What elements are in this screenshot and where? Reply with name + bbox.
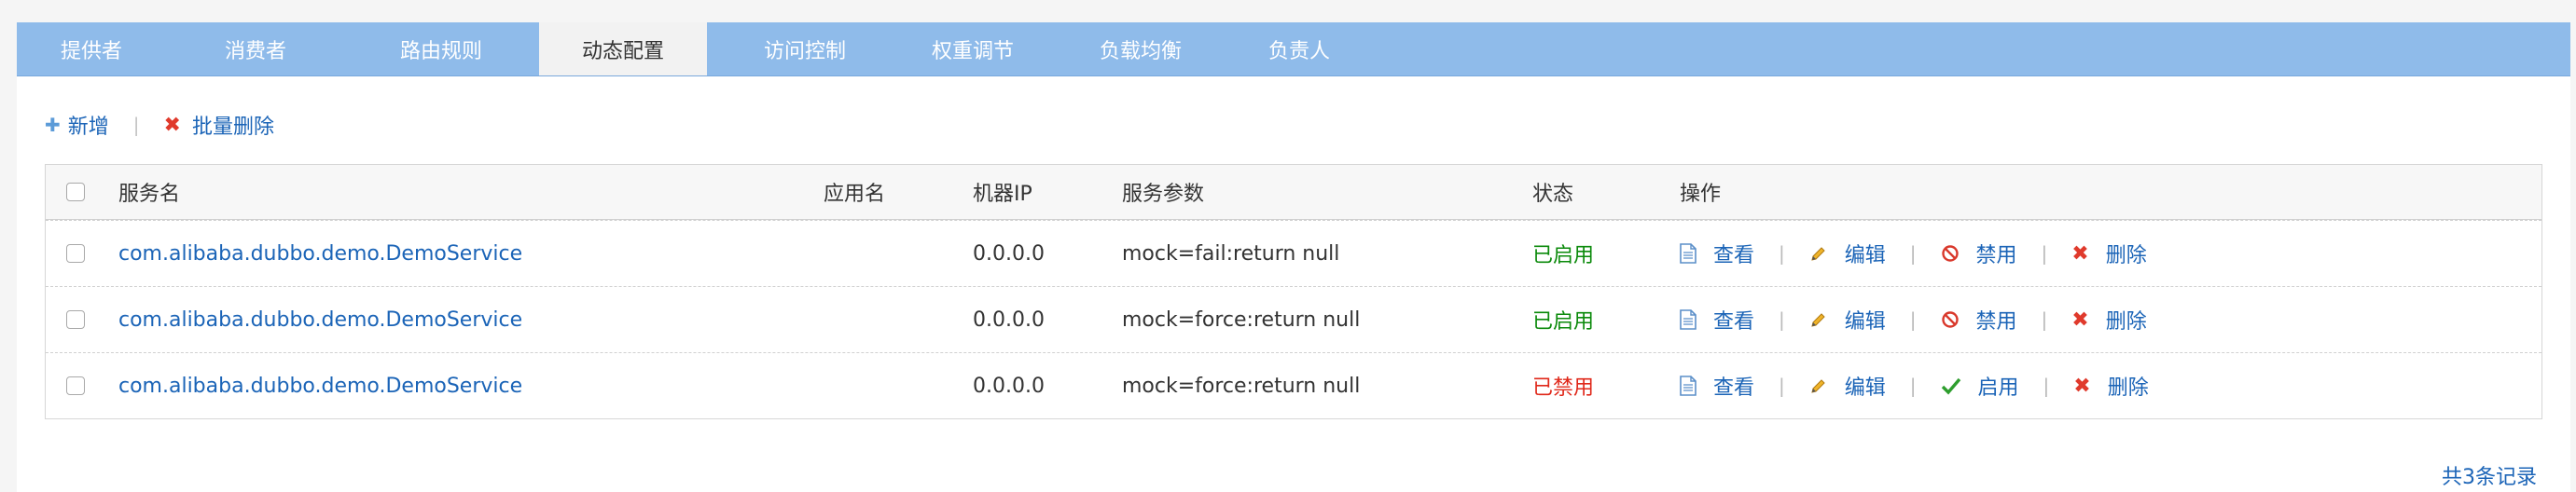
delete-button[interactable]: ✖ 删除 (2071, 305, 2146, 335)
x-icon: ✖ (2073, 374, 2091, 398)
select-all-cell (66, 165, 85, 219)
header-actions: 操作 (1680, 183, 1722, 206)
ban-icon (1941, 310, 1960, 329)
delete-label: 删除 (2107, 376, 2149, 400)
table-row: com.alibaba.dubbo.demo.DemoService 0.0.0… (46, 220, 2541, 286)
tab-access-control[interactable]: 访问控制 (735, 22, 875, 75)
tab-owner[interactable]: 负责人 (1248, 22, 1350, 75)
record-count: 共3条记录 (2442, 466, 2537, 489)
row-select-cell (66, 287, 85, 352)
status-badge: 已禁用 (1532, 376, 1595, 400)
edit-button[interactable]: 编辑 (1809, 239, 1886, 268)
edit-label: 编辑 (1844, 244, 1886, 267)
action-separator: | (1779, 375, 1785, 397)
plus-icon: ✚ (45, 114, 61, 136)
service-link[interactable]: com.alibaba.dubbo.demo.DemoService (118, 287, 522, 352)
batch-delete-button[interactable]: ✖ 批量删除 (164, 110, 274, 140)
row-select-cell (66, 221, 85, 286)
pencil-icon (1809, 244, 1828, 263)
service-params: mock=force:return null (1122, 374, 1361, 398)
view-button[interactable]: 查看 (1680, 239, 1754, 268)
view-label: 查看 (1713, 310, 1755, 334)
enable-button[interactable]: 启用 (1941, 371, 2019, 401)
action-separator: | (2041, 308, 2048, 331)
edit-label: 编辑 (1844, 376, 1886, 400)
machine-ip: 0.0.0.0 (973, 308, 1045, 332)
row-checkbox[interactable] (66, 244, 85, 263)
toggle-label: 禁用 (1975, 244, 2017, 267)
config-table: 服务名 应用名 机器IP 服务参数 状态 操作 com.alibaba.dubb… (45, 164, 2542, 419)
action-separator: | (1909, 375, 1917, 397)
x-icon: ✖ (2071, 241, 2089, 266)
machine-ip: 0.0.0.0 (973, 241, 1045, 266)
edit-label: 编辑 (1844, 310, 1886, 334)
table-header: 服务名 应用名 机器IP 服务参数 状态 操作 (46, 165, 2541, 220)
disable-button[interactable]: 禁用 (1941, 305, 2017, 335)
header-status: 状态 (1532, 183, 1574, 206)
tab-routing-rules[interactable]: 路由规则 (371, 22, 511, 75)
toggle-label: 禁用 (1975, 310, 2017, 334)
action-separator: | (1779, 308, 1785, 331)
header-params: 服务参数 (1122, 183, 1205, 206)
tab-consumers[interactable]: 消费者 (203, 22, 308, 75)
toolbar: ✚ 新增 | ✖ 批量删除 (45, 108, 274, 142)
delete-label: 删除 (2105, 244, 2147, 267)
row-checkbox[interactable] (66, 310, 85, 329)
view-button[interactable]: 查看 (1680, 305, 1754, 335)
edit-button[interactable]: 编辑 (1809, 371, 1886, 401)
machine-ip: 0.0.0.0 (973, 374, 1045, 398)
x-icon: ✖ (2071, 308, 2089, 332)
tab-load-balance[interactable]: 负载均衡 (1071, 22, 1211, 75)
pencil-icon (1809, 310, 1828, 329)
row-select-cell (66, 353, 85, 418)
document-icon (1680, 376, 1697, 396)
toggle-label: 启用 (1977, 376, 2019, 400)
action-separator: | (2041, 242, 2048, 265)
row-actions: 查看 | 编辑 | 禁用 | ✖ 删除 (1680, 221, 2147, 286)
view-label: 查看 (1713, 244, 1755, 267)
status-badge: 已启用 (1532, 244, 1595, 267)
pencil-icon (1809, 376, 1828, 395)
header-app: 应用名 (824, 183, 886, 206)
status-badge: 已启用 (1532, 310, 1595, 334)
action-separator: | (1909, 242, 1917, 265)
document-icon (1680, 309, 1697, 330)
delete-button[interactable]: ✖ 删除 (2071, 239, 2146, 268)
table-row: com.alibaba.dubbo.demo.DemoService 0.0.0… (46, 286, 2541, 352)
header-ip: 机器IP (973, 183, 1032, 206)
main-panel: 提供者 消费者 路由规则 动态配置 访问控制 权重调节 负载均衡 负责人 ✚ 新… (17, 22, 2570, 492)
view-label: 查看 (1713, 376, 1755, 400)
document-icon (1680, 243, 1697, 264)
add-button-label: 新增 (67, 116, 109, 139)
ban-icon (1941, 244, 1960, 263)
add-button[interactable]: ✚ 新增 (45, 110, 109, 140)
toolbar-separator: | (132, 114, 140, 136)
action-separator: | (1779, 242, 1785, 265)
service-params: mock=fail:return null (1122, 241, 1340, 266)
tab-weight-adjust[interactable]: 权重调节 (903, 22, 1043, 75)
action-separator: | (2043, 375, 2050, 397)
row-checkbox[interactable] (66, 376, 85, 395)
tab-providers[interactable]: 提供者 (39, 22, 144, 75)
delete-button[interactable]: ✖ 删除 (2073, 371, 2148, 401)
table-row: com.alibaba.dubbo.demo.DemoService 0.0.0… (46, 352, 2541, 418)
view-button[interactable]: 查看 (1680, 371, 1754, 401)
row-actions: 查看 | 编辑 | 启用 | ✖ 删除 (1680, 353, 2149, 418)
action-separator: | (1909, 308, 1917, 331)
select-all-checkbox[interactable] (66, 183, 85, 201)
tab-dynamic-config[interactable]: 动态配置 (539, 22, 707, 75)
tab-bar: 提供者 消费者 路由规则 动态配置 访问控制 权重调节 负载均衡 负责人 (17, 22, 2570, 76)
delete-label: 删除 (2105, 310, 2147, 334)
x-icon: ✖ (163, 113, 181, 137)
check-icon (1941, 376, 1961, 395)
service-params: mock=force:return null (1122, 308, 1361, 332)
row-actions: 查看 | 编辑 | 禁用 | ✖ 删除 (1680, 287, 2147, 352)
batch-delete-label: 批量删除 (191, 116, 274, 139)
header-service: 服务名 (118, 183, 181, 206)
service-link[interactable]: com.alibaba.dubbo.demo.DemoService (118, 221, 522, 286)
edit-button[interactable]: 编辑 (1809, 305, 1886, 335)
disable-button[interactable]: 禁用 (1941, 239, 2017, 268)
service-link[interactable]: com.alibaba.dubbo.demo.DemoService (118, 353, 522, 418)
